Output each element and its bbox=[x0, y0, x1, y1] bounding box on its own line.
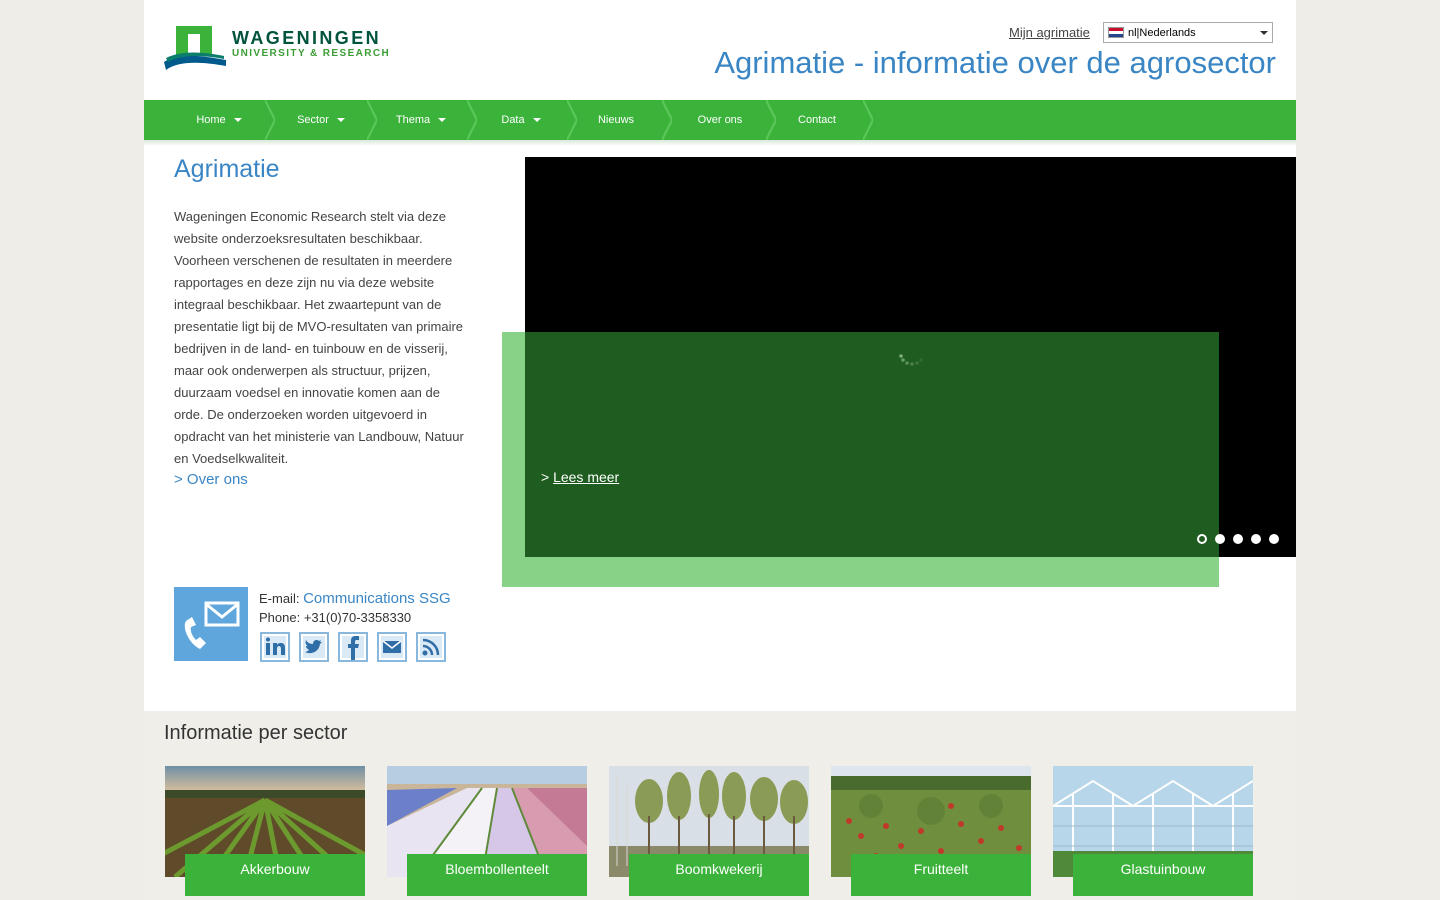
nav-item-home[interactable]: Home bbox=[169, 100, 275, 140]
slider-caption: > Lees meer bbox=[525, 332, 1219, 557]
sector-card-boomkwekerij[interactable]: Boomkwekerij bbox=[609, 766, 809, 896]
nav-item-label: Contact bbox=[798, 114, 836, 126]
lees-meer-link[interactable]: > Lees meer bbox=[541, 469, 619, 485]
wur-logo-mark-icon bbox=[164, 26, 226, 70]
logo-title: WAGENINGEN bbox=[232, 28, 382, 48]
loading-spinner-icon bbox=[899, 354, 923, 366]
slider-dot-5[interactable] bbox=[1269, 534, 1279, 544]
contact-email: E-mail: Communications SSG bbox=[259, 590, 451, 607]
nav-separator bbox=[863, 100, 873, 140]
slider-dot-3[interactable] bbox=[1233, 534, 1243, 544]
nav-item-label: Over ons bbox=[697, 114, 743, 126]
nav-item-data[interactable]: Data bbox=[471, 100, 577, 140]
lees-meer-prefix: > bbox=[541, 469, 550, 485]
dutch-flag-icon bbox=[1108, 27, 1124, 38]
over-ons-link[interactable]: > Over ons bbox=[174, 471, 248, 488]
nav-item-thema[interactable]: Thema bbox=[371, 100, 477, 140]
nav-item-nieuws[interactable]: Nieuws bbox=[566, 100, 672, 140]
logo-subtitle: UNIVERSITY & RESEARCH bbox=[232, 48, 391, 59]
slider-dot-4[interactable] bbox=[1251, 534, 1261, 544]
nav-item-contact[interactable]: Contact bbox=[767, 100, 873, 140]
language-value: nl|Nederlands bbox=[1128, 27, 1196, 39]
page: WAGENINGEN UNIVERSITY & RESEARCH Mijn ag… bbox=[144, 0, 1296, 900]
nav-item-over-ons[interactable]: Over ons bbox=[670, 100, 776, 140]
sector-card-akkerbouw[interactable]: Akkerbouw bbox=[165, 766, 365, 896]
contact-phone-mail-icon bbox=[174, 587, 248, 661]
sector-label: Fruitteelt bbox=[851, 854, 1031, 896]
caret-down-icon bbox=[438, 118, 447, 123]
twitter-icon[interactable] bbox=[299, 632, 329, 662]
nav-item-label: Home bbox=[196, 114, 226, 126]
sector-label: Boomkwekerij bbox=[629, 854, 809, 896]
facebook-icon[interactable] bbox=[338, 632, 368, 662]
intro-title: Agrimatie bbox=[174, 155, 280, 183]
mail-icon[interactable] bbox=[377, 632, 407, 662]
site-title: Agrimatie - informatie over de agrosecto… bbox=[714, 45, 1276, 80]
sector-card-bloembollenteelt[interactable]: Bloembollenteelt bbox=[387, 766, 587, 896]
lees-meer-label: Lees meer bbox=[553, 469, 620, 485]
wur-logo[interactable]: WAGENINGEN UNIVERSITY & RESEARCH bbox=[164, 26, 394, 72]
sector-label: Akkerbouw bbox=[185, 854, 365, 896]
sector-heading: Informatie per sector bbox=[164, 722, 348, 744]
nav-item-label: Nieuws bbox=[597, 114, 635, 126]
linkedin-icon[interactable] bbox=[260, 632, 290, 662]
email-link[interactable]: Communications SSG bbox=[303, 590, 451, 607]
nav-item-sector[interactable]: Sector bbox=[271, 100, 377, 140]
rss-icon[interactable] bbox=[416, 632, 446, 662]
main-nav: Home Sector Thema Data Nieuws Over ons C… bbox=[144, 100, 1296, 140]
slider-dot-2[interactable] bbox=[1215, 534, 1225, 544]
caret-down-icon bbox=[233, 118, 242, 123]
email-label: E-mail: bbox=[259, 591, 300, 606]
nav-item-label: Sector bbox=[297, 114, 329, 126]
caret-down-icon bbox=[336, 118, 345, 123]
sector-label: Bloembollenteelt bbox=[407, 854, 587, 896]
sector-label: Glastuinbouw bbox=[1073, 854, 1253, 896]
sector-card-glastuinbouw[interactable]: Glastuinbouw bbox=[1053, 766, 1253, 896]
caret-down-icon bbox=[532, 118, 541, 123]
intro-text: Wageningen Economic Research stelt via d… bbox=[174, 209, 464, 466]
contact-phone: Phone: +31(0)70-3358330 bbox=[259, 610, 412, 625]
nav-item-label: Data bbox=[501, 114, 525, 126]
sector-card-fruitteelt[interactable]: Fruitteelt bbox=[831, 766, 1031, 896]
chevron-down-icon bbox=[1260, 31, 1268, 35]
mijn-agrimatie-link[interactable]: Mijn agrimatie bbox=[1009, 25, 1090, 40]
language-select[interactable]: nl|Nederlands bbox=[1103, 22, 1273, 43]
slider-dot-1[interactable] bbox=[1197, 534, 1207, 544]
nav-shadow bbox=[144, 140, 1296, 146]
nav-item-label: Thema bbox=[395, 114, 431, 126]
